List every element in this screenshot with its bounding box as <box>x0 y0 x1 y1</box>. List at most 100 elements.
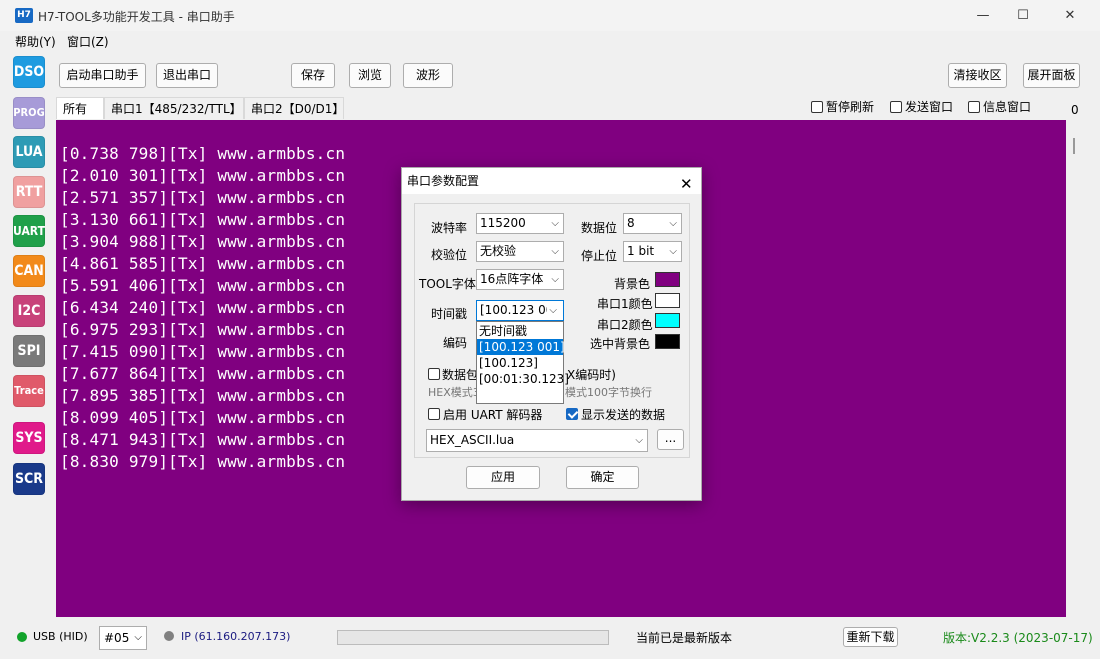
log-line: [8.099 405][Tx] www.armbbs.cn <box>60 408 346 427</box>
chevron-down-icon: ⌵ <box>551 218 559 229</box>
download-progress <box>337 630 609 645</box>
hex-hint-start: HEX模式3 <box>428 386 480 399</box>
lua-browse-button[interactable]: ... <box>657 429 684 450</box>
send-window-option[interactable]: 发送窗口 <box>890 98 953 115</box>
log-line: [2.010 301][Tx] www.armbbs.cn <box>60 166 346 185</box>
baud-select[interactable]: 115200 ⌵ <box>476 213 564 234</box>
font-value: 16点阵字体 <box>480 272 544 286</box>
pause-refresh-option[interactable]: 暂停刷新 <box>811 98 874 115</box>
port-select-value: #05 <box>104 631 130 645</box>
bg-color-swatch[interactable] <box>655 272 680 287</box>
maximize-button[interactable]: ☐ <box>1000 0 1046 31</box>
uart-decoder-checkbox[interactable] <box>428 408 440 420</box>
timestamp-option[interactable]: 无时间戳 <box>477 323 563 339</box>
nav-can-button[interactable]: CAN <box>13 255 45 287</box>
hex-hint-end: 模式100字节换行 <box>565 386 652 399</box>
version-text: 版本:V2.2.3 (2023-07-17) <box>943 631 1093 645</box>
nav-uart-button[interactable]: UART <box>13 215 45 247</box>
exit-serial-button[interactable]: 退出串口 <box>156 63 218 88</box>
pause-refresh-checkbox[interactable] <box>811 100 823 113</box>
show-sent-label: 显示发送的数据 <box>581 408 666 422</box>
tab-port1[interactable]: 串口1【485/232/TTL】 <box>104 97 244 119</box>
nav-i2c-button[interactable]: I2C <box>13 295 45 327</box>
timestamp-option[interactable]: [00:01:30.123] <box>477 371 569 387</box>
port1-color-swatch[interactable] <box>655 293 680 308</box>
scroll-thumb[interactable] <box>1073 138 1075 154</box>
lua-file-value: HEX_ASCII.lua <box>430 433 515 447</box>
parity-value: 无校验 <box>480 244 517 258</box>
terminal-scrollbar[interactable] <box>1066 120 1083 617</box>
title-bar: H7 H7-TOOL多功能开发工具 - 串口助手 — ☐ ✕ <box>0 0 1100 31</box>
parity-select[interactable]: 无校验 ⌵ <box>476 241 564 262</box>
nav-dso-button[interactable]: DSO <box>13 56 45 88</box>
save-button[interactable]: 保存 <box>291 63 335 88</box>
nav-scr-button[interactable]: SCR <box>13 463 45 495</box>
apply-button[interactable]: 应用 <box>466 466 540 489</box>
send-window-label: 发送窗口 <box>905 100 954 114</box>
log-line: [5.591 406][Tx] www.armbbs.cn <box>60 276 346 295</box>
selection-bg-label: 选中背景色 <box>590 337 651 351</box>
nav-prog-button[interactable]: PROG <box>13 97 45 129</box>
ok-button[interactable]: 确定 <box>566 466 639 489</box>
timestamp-value: [100.123 00 <box>480 303 554 317</box>
chevron-down-icon: ⌵ <box>134 632 142 643</box>
nav-rtt-button[interactable]: RTT <box>13 176 45 208</box>
stopbits-value: 1 bit <box>627 244 655 258</box>
timestamp-select[interactable]: [100.123 00 ⌵ <box>476 300 564 321</box>
chevron-down-icon: ⌵ <box>551 274 559 285</box>
port-select[interactable]: #05 ⌵ <box>99 626 147 650</box>
log-line: [0.738 798][Tx] www.armbbs.cn <box>60 144 346 163</box>
tab-all[interactable]: 所有 <box>56 97 104 119</box>
close-window-button[interactable]: ✕ <box>1047 0 1093 31</box>
browse-button[interactable]: 浏览 <box>349 63 391 88</box>
nav-spi-button[interactable]: SPI <box>13 335 45 367</box>
stopbits-select[interactable]: 1 bit ⌵ <box>623 241 682 262</box>
start-serial-button[interactable]: 启动串口助手 <box>59 63 146 88</box>
info-window-label: 信息窗口 <box>983 100 1032 114</box>
nav-trace-button[interactable]: Trace <box>13 375 45 407</box>
port2-color-swatch[interactable] <box>655 313 680 328</box>
encoding-label: 编码 <box>443 336 468 350</box>
menu-bar: 帮助(Y) 窗口(Z) <box>0 31 1100 51</box>
timestamp-label: 时间戳 <box>431 307 468 321</box>
selection-bg-swatch[interactable] <box>655 334 680 349</box>
databits-select[interactable]: 8 ⌵ <box>623 213 682 234</box>
menu-help[interactable]: 帮助(Y) <box>15 33 56 50</box>
menu-window[interactable]: 窗口(Z) <box>67 33 109 50</box>
clear-receive-button[interactable]: 清接收区 <box>948 63 1007 88</box>
log-line: [6.975 293][Tx] www.armbbs.cn <box>60 320 346 339</box>
tab-port2[interactable]: 串口2【D0/D1】 <box>244 97 344 119</box>
dialog-title: 串口参数配置 ✕ <box>402 168 701 194</box>
log-line: [8.471 943][Tx] www.armbbs.cn <box>60 430 346 449</box>
bg-color-label: 背景色 <box>614 277 651 291</box>
baud-value: 115200 <box>480 216 526 230</box>
chevron-down-icon: ⌵ <box>669 218 677 229</box>
packet-checkbox[interactable] <box>428 368 440 380</box>
stopbits-label: 停止位 <box>581 249 618 263</box>
port2-color-label: 串口2颜色 <box>597 318 653 332</box>
chevron-down-icon: ⌵ <box>551 246 559 257</box>
nav-sys-button[interactable]: SYS <box>13 422 45 454</box>
expand-panel-button[interactable]: 展开面板 <box>1023 63 1080 88</box>
font-select[interactable]: 16点阵字体 ⌵ <box>476 269 564 290</box>
databits-label: 数据位 <box>581 221 618 235</box>
nav-lua-button[interactable]: LUA <box>13 136 45 168</box>
log-line: [6.434 240][Tx] www.armbbs.cn <box>60 298 346 317</box>
waveform-button[interactable]: 波形 <box>403 63 453 88</box>
chevron-down-icon: ⌵ <box>635 435 643 446</box>
timestamp-option[interactable]: [100.123 001] <box>477 339 565 355</box>
show-sent-checkbox[interactable] <box>566 408 578 420</box>
font-label: TOOL字体 <box>419 277 476 291</box>
timestamp-dropdown-list: 无时间戳 [100.123 001] [100.123] [00:01:30.1… <box>476 321 569 404</box>
timestamp-option[interactable]: [100.123] <box>477 355 563 371</box>
side-nav: DSO PROG LUA RTT UART CAN I2C SPI Trace … <box>0 52 56 620</box>
send-window-checkbox[interactable] <box>890 100 902 113</box>
redownload-button[interactable]: 重新下载 <box>843 627 898 647</box>
log-line: [7.895 385][Tx] www.armbbs.cn <box>60 386 346 405</box>
usb-status-text: USB (HID) <box>33 630 88 643</box>
log-line: [7.677 864][Tx] www.armbbs.cn <box>60 364 346 383</box>
info-window-option[interactable]: 信息窗口 <box>968 98 1031 115</box>
dialog-close-icon[interactable]: ✕ <box>680 171 693 197</box>
lua-file-select[interactable]: HEX_ASCII.lua ⌵ <box>426 429 648 452</box>
info-window-checkbox[interactable] <box>968 100 980 113</box>
